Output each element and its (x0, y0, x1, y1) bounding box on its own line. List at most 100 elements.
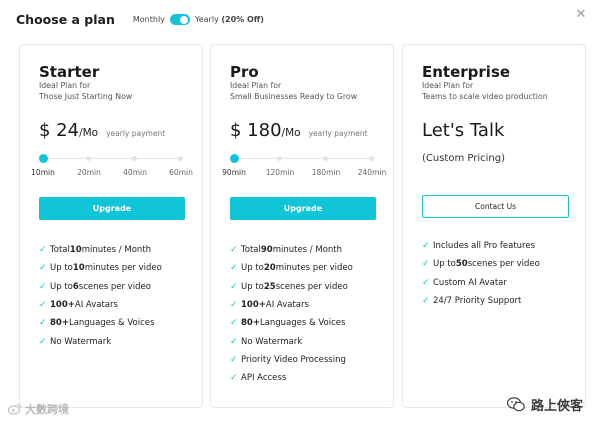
plan-description-line-1: Ideal Plan for (39, 81, 91, 90)
custom-pricing-label: (Custom Pricing) (422, 153, 505, 164)
billing-toggle[interactable] (169, 14, 190, 25)
close-icon[interactable]: ✕ (574, 8, 588, 22)
feature-text: Total (50, 245, 70, 256)
feature-text: Up to (433, 259, 456, 270)
feature-highlight: 50 (455, 259, 468, 270)
modal-header: Choose a plan Monthly Yearly (20% Off) (16, 12, 264, 27)
slider-handle[interactable] (39, 154, 48, 163)
slider-tick-label: 120min (265, 168, 295, 177)
plan-description-line-2: Teams to scale video production (422, 92, 548, 101)
feature-highlight: 10 (69, 245, 82, 256)
feature-item: ✓ Total 10 minutes / Month (39, 241, 162, 259)
slider-step[interactable] (178, 156, 183, 161)
slider-step[interactable] (86, 156, 91, 161)
feature-text: No Watermark (241, 336, 303, 347)
slider-tick-label: 20min (77, 168, 101, 177)
feature-text: minutes per video (84, 263, 162, 274)
yearly-discount: (20% Off) (221, 15, 264, 24)
feature-text: Total (241, 245, 261, 256)
check-icon: ✓ (230, 336, 238, 347)
feature-item: ✓ 100+ AI Avatars (230, 296, 353, 314)
feature-text: minutes per video (275, 263, 353, 274)
plan-description-line-1: Ideal Plan for (422, 81, 474, 90)
feature-text: scenes per video (467, 259, 540, 270)
upgrade-button[interactable]: Upgrade (230, 197, 376, 220)
yearly-text: Yearly (194, 15, 219, 24)
price-period: /Mo (281, 127, 301, 139)
feature-item: ✓ Up to 6 scenes per video (39, 278, 162, 296)
feature-text: Up to (50, 281, 73, 292)
slider-tick-label: 90min (222, 168, 246, 177)
slider-track (233, 158, 374, 159)
check-icon: ✓ (230, 300, 238, 311)
check-icon: ✓ (39, 245, 47, 256)
check-icon: ✓ (230, 373, 238, 384)
slider-tick-label: 40min (123, 168, 147, 177)
billing-period-switch: Monthly Yearly (20% Off) (133, 14, 264, 25)
feature-list: ✓ Includes all Pro features ✓ Up to 50 sce… (422, 237, 540, 310)
feature-text: No Watermark (50, 336, 112, 347)
slider-tick-label: 60min (169, 168, 193, 177)
feature-item: ✓ 100+ AI Avatars (39, 296, 162, 314)
check-icon: ✓ (230, 263, 238, 274)
feature-text: minutes / Month (272, 245, 343, 256)
toggle-knob (180, 15, 189, 24)
slider-tick-label: 10min (31, 168, 55, 177)
watermark-left: 大數跨境 (8, 401, 69, 417)
feature-text: Up to (241, 263, 264, 274)
check-icon: ✓ (230, 281, 238, 292)
feature-text: AI Avatars (265, 300, 309, 311)
plan-card-pro: Pro Ideal Plan for Small Businesses Read… (210, 44, 394, 408)
plan-description: Ideal Plan for Small Businesses Ready to… (230, 80, 390, 102)
feature-text: minutes / Month (81, 245, 152, 256)
yearly-label[interactable]: Yearly (20% Off) (195, 15, 264, 24)
check-icon: ✓ (39, 336, 47, 347)
slider-step[interactable] (132, 156, 137, 161)
minutes-slider[interactable]: 10min 20min 40min 60min (31, 153, 193, 177)
feature-item: ✓ API Access (230, 369, 353, 387)
feature-item: ✓ Up to 25 scenes per video (230, 278, 353, 296)
slider-step[interactable] (277, 156, 282, 161)
monthly-label[interactable]: Monthly (133, 15, 165, 24)
check-icon: ✓ (230, 245, 238, 256)
feature-text: API Access (241, 373, 287, 384)
feature-item: ✓ 80+ Languages & Voices (230, 314, 353, 332)
check-icon: ✓ (230, 318, 238, 329)
check-icon: ✓ (422, 277, 430, 288)
price-amount: $ 180 (230, 120, 282, 141)
slider-handle[interactable] (230, 154, 239, 163)
minutes-slider[interactable]: 90min 120min 180min 240min (222, 153, 386, 177)
feature-highlight: 80+ (50, 318, 69, 329)
contact-us-button[interactable]: Contact Us (422, 195, 569, 218)
slider-tick-label: 180min (311, 168, 341, 177)
feature-list: ✓ Total 90 minutes / Month ✓ Up to 20 minu… (230, 241, 353, 387)
plan-card-enterprise: Enterprise Ideal Plan for Teams to scale… (402, 44, 586, 408)
price-amount: $ 24 (39, 120, 80, 141)
slider-step[interactable] (323, 156, 328, 161)
plan-price: $ 180 /Mo yearly payment (230, 120, 368, 141)
plan-name: Pro (230, 63, 259, 81)
feature-text: Up to (241, 281, 264, 292)
feature-text: Priority Video Processing (241, 354, 346, 365)
feature-text: AI Avatars (74, 300, 118, 311)
feature-item: ✓ Custom AI Avatar (422, 274, 540, 292)
enterprise-headline: Let's Talk (422, 120, 505, 141)
feature-item: ✓ Up to 20 minutes per video (230, 259, 353, 277)
slider-step[interactable] (369, 156, 374, 161)
feature-item: ✓ No Watermark (230, 332, 353, 350)
feature-text: Languages & Voices (68, 318, 155, 329)
check-icon: ✓ (422, 296, 430, 307)
watermark-right: 路上俠客 (506, 395, 583, 414)
check-icon: ✓ (39, 281, 47, 292)
plan-description-line-1: Ideal Plan for (230, 81, 282, 90)
feature-highlight: 25 (263, 281, 276, 292)
check-icon: ✓ (39, 263, 47, 274)
plan-name: Starter (39, 63, 100, 81)
watermark-right-text: 路上俠客 (530, 399, 583, 414)
feature-highlight: 80+ (241, 318, 260, 329)
feature-highlight: 10 (72, 263, 85, 274)
feature-text: Up to (50, 263, 73, 274)
upgrade-button[interactable]: Upgrade (39, 197, 185, 220)
feature-text: 24/7 Priority Support (433, 296, 522, 307)
feature-item: ✓ 80+ Languages & Voices (39, 314, 162, 332)
